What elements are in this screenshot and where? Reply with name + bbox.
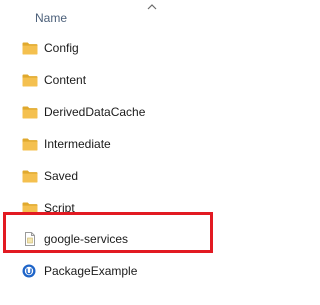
json-file-icon (22, 232, 38, 246)
folder-icon (22, 41, 38, 55)
list-item-script[interactable]: Script (0, 197, 219, 221)
chevron-up-icon[interactable] (146, 3, 158, 11)
item-label: Intermediate (44, 137, 111, 151)
item-label: Config (44, 41, 79, 55)
column-header: Name (0, 0, 219, 34)
folder-icon (22, 137, 38, 151)
list-item-packageexample[interactable]: PackageExample (0, 260, 219, 284)
list-item-saved[interactable]: Saved (0, 165, 219, 189)
name-column-header[interactable]: Name (35, 11, 67, 25)
list-item-intermediate[interactable]: Intermediate (0, 133, 219, 157)
item-label: Script (44, 201, 75, 215)
item-label: PackageExample (44, 264, 138, 278)
item-label: DerivedDataCache (44, 105, 146, 119)
list-item-content[interactable]: Content (0, 69, 219, 93)
folder-icon (22, 201, 38, 215)
folder-icon (22, 73, 38, 87)
list-item-config[interactable]: Config (0, 37, 219, 61)
folder-icon (22, 169, 38, 183)
list-item-google-services[interactable]: google-services (0, 228, 219, 252)
list-item-deriveddatacache[interactable]: DerivedDataCache (0, 101, 219, 125)
item-label: Saved (44, 169, 79, 183)
item-label: Content (44, 73, 87, 87)
unreal-project-icon (22, 264, 38, 278)
item-label: google-services (44, 232, 129, 246)
file-explorer-pane: Name Config Content DerivedDataCache Int… (0, 0, 219, 305)
folder-icon (22, 105, 38, 119)
